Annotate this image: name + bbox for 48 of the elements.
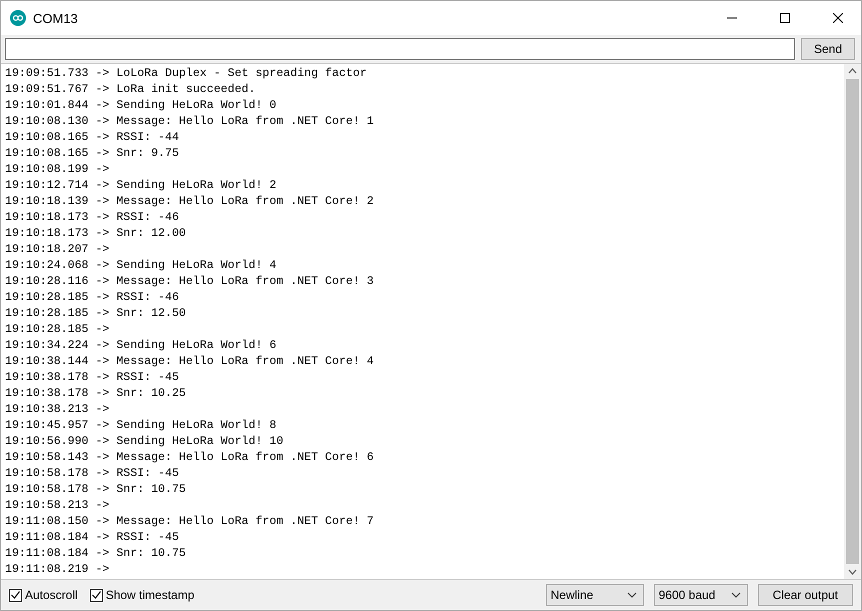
log-line: 19:10:58.178 -> Snr: 10.75 <box>5 482 187 498</box>
log-line: 19:10:34.224 -> Sending HeLoRa World! 6 <box>5 338 278 354</box>
log-line: 19:10:38.178 -> Snr: 10.25 <box>5 386 187 402</box>
window-title: COM13 <box>33 10 79 26</box>
baud-rate-dropdown[interactable]: 9600 baud <box>654 584 748 606</box>
log-line: 19:10:58.213 -> <box>5 498 110 514</box>
log-line: 19:09:51.767 -> LoRa init succeeded. <box>5 82 256 98</box>
log-line: 19:10:56.990 -> Sending HeLoRa World! 10 <box>5 434 284 450</box>
log-line: 19:10:08.130 -> Message: Hello LoRa from .NET Core! 1 <box>5 114 375 130</box>
checkbox[interactable] <box>9 588 22 602</box>
log-line: 19:10:24.068 -> Sending HeLoRa World! 4 <box>5 258 278 274</box>
log-line: 19:10:58.143 -> Message: Hello LoRa from .NET Core! 6 <box>5 450 375 466</box>
log-line: 19:10:38.144 -> Message: Hello LoRa from .NET Core! 4 <box>5 354 375 370</box>
chevron-down-icon <box>626 592 637 598</box>
log-line: 19:10:18.173 -> RSSI: -46 <box>5 210 180 226</box>
log-line: 19:10:28.185 -> RSSI: -46 <box>5 290 180 306</box>
send-button[interactable]: Send <box>800 38 855 60</box>
maximize-icon[interactable] <box>780 13 790 23</box>
log-line: 19:10:58.178 -> RSSI: -45 <box>5 466 180 482</box>
log-line: 19:11:08.184 -> Snr: 10.75 <box>5 546 187 562</box>
log-line: 19:10:18.139 -> Message: Hello LoRa from .NET Core! 2 <box>5 194 375 210</box>
message-input-field[interactable] <box>5 38 795 60</box>
app-logo-icon <box>10 10 26 26</box>
log-line: 19:10:28.116 -> Message: Hello LoRa from .NET Core! 3 <box>5 274 375 290</box>
log-line: 19:10:38.178 -> RSSI: -45 <box>5 370 180 386</box>
line-ending-dropdown[interactable]: Newline <box>546 584 644 606</box>
checkbox[interactable] <box>90 588 103 602</box>
log-line: 19:10:38.213 -> <box>5 402 110 418</box>
checkbox-label: Autoscroll <box>25 588 78 602</box>
log-line: 19:09:51.733 -> LoLoRa Duplex - Set spreading factor <box>5 66 368 82</box>
log-line: 19:10:28.185 -> Snr: 12.50 <box>5 306 187 322</box>
log-line: 19:10:08.165 -> RSSI: -44 <box>5 130 180 146</box>
log-line: 19:11:08.219 -> <box>5 562 110 578</box>
log-line: 19:10:28.185 -> <box>5 322 110 338</box>
clear-output-button[interactable]: Clear output <box>758 584 853 606</box>
log-line: 19:10:08.165 -> Snr: 9.75 <box>5 146 180 162</box>
chevron-down-icon <box>730 592 741 598</box>
log-line: 19:10:08.199 -> <box>5 162 110 178</box>
close-icon[interactable] <box>833 13 843 23</box>
checkbox-label: Show timestamp <box>106 588 194 602</box>
log-line: 19:11:08.150 -> Message: Hello LoRa from .NET Core! 7 <box>5 514 375 530</box>
scrollbar-thumb[interactable] <box>846 79 859 564</box>
log-line: 19:10:45.957 -> Sending HeLoRa World! 8 <box>5 418 278 434</box>
log-line: 19:10:18.207 -> <box>5 242 110 258</box>
log-line: 19:11:08.184 -> RSSI: -45 <box>5 530 180 546</box>
log-line: 19:10:12.714 -> Sending HeLoRa World! 2 <box>5 178 278 194</box>
log-line: 19:10:18.173 -> Snr: 12.00 <box>5 226 187 242</box>
log-line: 19:10:01.844 -> Sending HeLoRa World! 0 <box>5 98 278 114</box>
